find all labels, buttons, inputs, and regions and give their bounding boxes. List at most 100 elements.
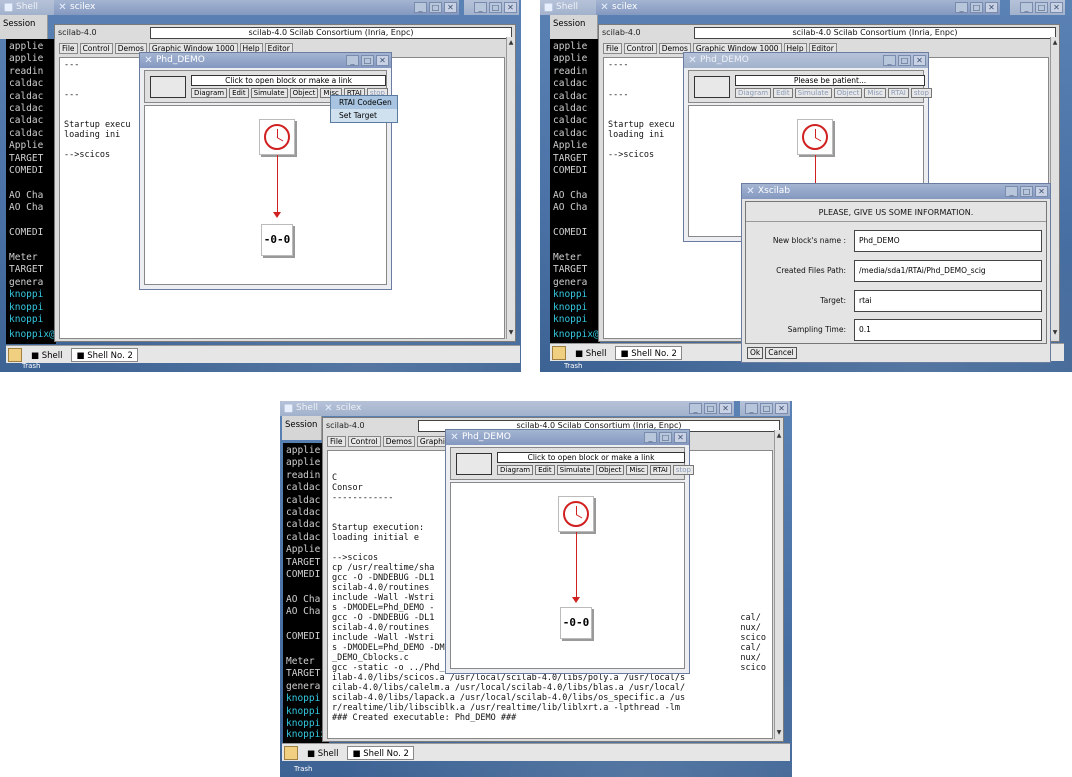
extra-window-titlebar[interactable]: _ □ ✕ (464, 0, 519, 15)
maximize-icon[interactable]: □ (760, 403, 773, 414)
menu-file[interactable]: File (327, 436, 346, 447)
menu-file[interactable]: File (603, 43, 622, 54)
close-icon[interactable]: ✕ (913, 55, 926, 66)
menu-simulate[interactable]: Simulate (794, 88, 832, 98)
palette-button[interactable] (150, 76, 186, 98)
taskbar-shell[interactable]: ■ Shell (302, 746, 343, 760)
menu-rtai[interactable]: RTAI (887, 88, 909, 98)
extra-window-titlebar[interactable]: _ □ ✕ (1010, 0, 1065, 15)
taskbar-shell[interactable]: ■ Shell (26, 348, 67, 362)
xterm-titlebar[interactable]: ✕ scilex _ □ ✕ (596, 0, 1000, 15)
trash-label[interactable]: Trash (564, 362, 583, 370)
close-icon[interactable]: ✕ (1035, 186, 1048, 197)
xscilab-titlebar[interactable]: ✕ Xscilab _ □ ✕ (742, 184, 1050, 199)
background-window-titlebar[interactable]: ■ Shell (0, 0, 54, 15)
session-tab[interactable]: Session (0, 15, 48, 39)
taskbar-shell-2[interactable]: ■ Shell No. 2 (71, 347, 138, 362)
trash-label[interactable]: Trash (294, 765, 313, 773)
menu-control[interactable]: Control (347, 436, 381, 447)
maximize-icon[interactable]: □ (1035, 2, 1048, 13)
menu-stop[interactable]: stop (672, 465, 694, 475)
rtai-block[interactable]: -0-0 (261, 224, 293, 256)
menu-edit[interactable]: Edit (229, 88, 249, 98)
menu-item-set-target[interactable]: Set Target (331, 109, 397, 122)
scicos-titlebar[interactable]: ✕ Phd_DEMO _ □ ✕ (684, 53, 928, 68)
palette-button[interactable] (694, 76, 730, 98)
menu-object[interactable]: Object (595, 465, 625, 475)
menu-file[interactable]: File (59, 43, 78, 54)
maximize-icon[interactable]: □ (659, 432, 672, 443)
menu-object[interactable]: Object (289, 88, 319, 98)
konsole-icon[interactable] (552, 345, 566, 360)
scroll-up-icon[interactable]: ▲ (775, 432, 783, 440)
clock-block[interactable] (558, 496, 594, 532)
terminal[interactable]: applie applie readin caldac caldac caldac cald… (6, 39, 56, 344)
menu-control[interactable]: Control (623, 43, 657, 54)
maximize-icon[interactable]: □ (970, 2, 983, 13)
minimize-icon[interactable]: _ (644, 432, 657, 443)
diagram-canvas[interactable]: -0-0 (144, 105, 387, 285)
taskbar-shell-2[interactable]: ■ Shell No. 2 (615, 345, 682, 360)
close-icon[interactable]: ✕ (985, 2, 998, 13)
menu-diagram[interactable]: Diagram (735, 88, 772, 98)
maximize-icon[interactable]: □ (898, 55, 911, 66)
scroll-down-icon[interactable]: ▼ (1051, 329, 1059, 337)
menu-diagram[interactable]: Diagram (497, 465, 534, 475)
close-icon[interactable]: ✕ (504, 2, 517, 13)
close-icon[interactable]: ✕ (719, 403, 732, 414)
rtai-block[interactable]: -0-0 (560, 607, 592, 639)
minimize-icon[interactable]: _ (474, 2, 487, 13)
taskbar-shell-2[interactable]: ■ Shell No. 2 (347, 745, 414, 760)
maximize-icon[interactable]: □ (361, 55, 374, 66)
maximize-icon[interactable]: □ (429, 2, 442, 13)
scrollbar[interactable]: ▲ ▼ (506, 37, 515, 339)
xterm-titlebar[interactable]: ✕ scilex _ □ ✕ (320, 401, 734, 416)
maximize-icon[interactable]: □ (1020, 186, 1033, 197)
cancel-button[interactable]: Cancel (765, 347, 797, 359)
scroll-down-icon[interactable]: ▼ (775, 729, 783, 737)
sampling-time-input[interactable]: 0.1 (854, 319, 1042, 341)
event-link[interactable] (277, 155, 278, 215)
menu-rtai[interactable]: RTAI (649, 465, 671, 475)
scroll-up-icon[interactable]: ▲ (1051, 39, 1059, 47)
maximize-icon[interactable]: □ (704, 403, 717, 414)
menu-misc[interactable]: Misc (626, 465, 648, 475)
palette-button[interactable] (456, 453, 492, 475)
diagram-canvas[interactable]: -0-0 (450, 482, 685, 669)
minimize-icon[interactable]: _ (1020, 2, 1033, 13)
menu-simulate[interactable]: Simulate (556, 465, 594, 475)
background-window-titlebar[interactable]: ■ Shell (540, 0, 596, 15)
session-tab[interactable]: Session (550, 15, 598, 39)
minimize-icon[interactable]: _ (745, 403, 758, 414)
menu-diagram[interactable]: Diagram (191, 88, 228, 98)
terminal[interactable]: applie applie readin caldac caldac caldac cald… (550, 39, 600, 344)
background-window-titlebar[interactable]: ■ Shell (280, 401, 320, 416)
session-tab[interactable]: Session (282, 416, 322, 440)
block-name-input[interactable]: Phd_DEMO (854, 230, 1042, 252)
minimize-icon[interactable]: _ (414, 2, 427, 13)
menu-edit[interactable]: Edit (773, 88, 793, 98)
menu-demos[interactable]: Demos (382, 436, 415, 447)
scroll-up-icon[interactable]: ▲ (507, 39, 515, 47)
taskbar-shell[interactable]: ■ Shell (570, 346, 611, 360)
maximize-icon[interactable]: □ (489, 2, 502, 13)
close-icon[interactable]: ✕ (376, 55, 389, 66)
konsole-icon[interactable] (8, 347, 22, 362)
trash-label[interactable]: Trash (22, 362, 41, 370)
close-icon[interactable]: ✕ (444, 2, 457, 13)
konsole-icon[interactable] (284, 745, 298, 760)
scicos-titlebar[interactable]: ✕ Phd_DEMO _ □ ✕ (140, 53, 391, 68)
menu-misc[interactable]: Misc (864, 88, 886, 98)
scrollbar[interactable]: ▲ ▼ (1050, 37, 1059, 339)
ok-button[interactable]: Ok (747, 347, 764, 359)
target-input[interactable]: rtai (854, 290, 1042, 312)
extra-window-titlebar[interactable]: _ □ ✕ (740, 401, 790, 416)
menu-object[interactable]: Object (833, 88, 863, 98)
close-icon[interactable]: ✕ (775, 403, 788, 414)
clock-block[interactable] (797, 119, 833, 155)
menu-simulate[interactable]: Simulate (250, 88, 288, 98)
minimize-icon[interactable]: _ (955, 2, 968, 13)
menu-edit[interactable]: Edit (535, 465, 555, 475)
scrollbar[interactable]: ▲ ▼ (774, 430, 783, 739)
minimize-icon[interactable]: _ (346, 55, 359, 66)
